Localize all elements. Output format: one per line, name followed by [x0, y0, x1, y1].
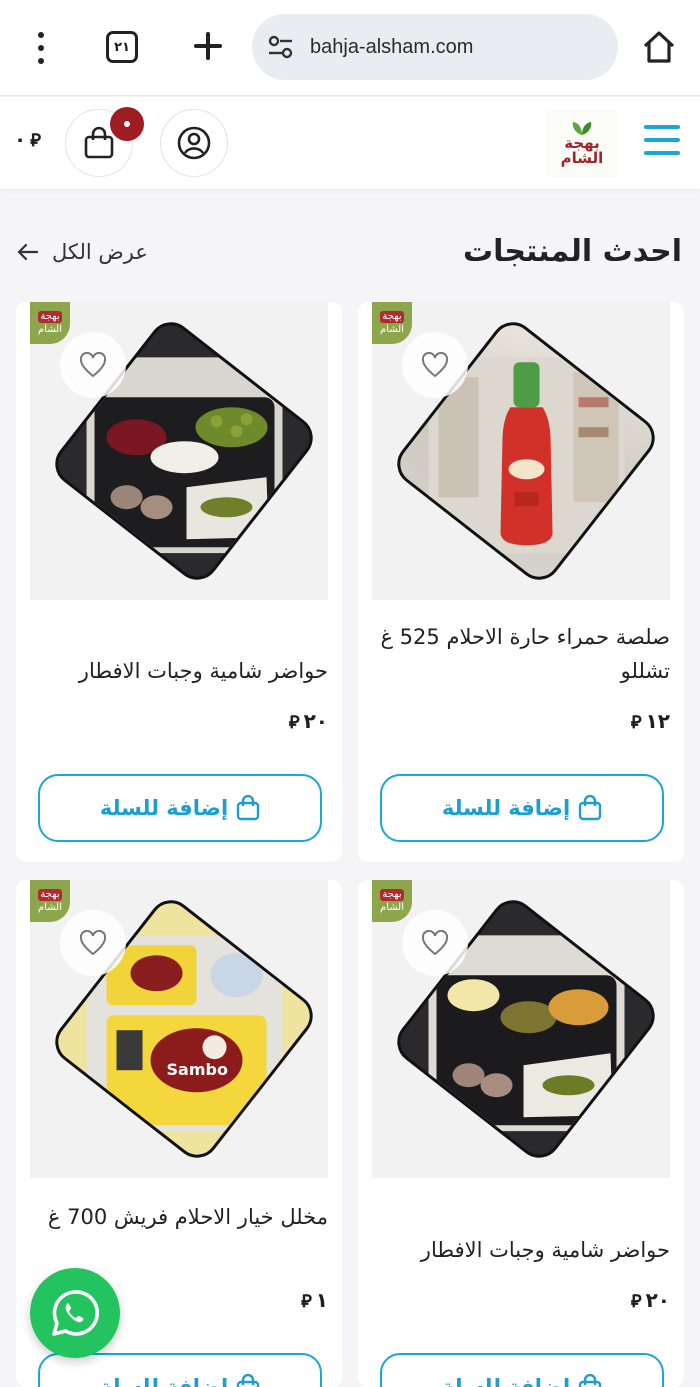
svg-text:Sambo: Sambo	[167, 1060, 228, 1079]
arrow-left-icon	[17, 243, 39, 261]
wishlist-button[interactable]	[402, 910, 468, 976]
user-icon	[177, 126, 211, 160]
add-to-cart-button[interactable]: إضافة للسلة	[380, 774, 664, 842]
brand-badge-line1: بهجة	[38, 888, 62, 901]
product-name[interactable]: حواضر شامية وجبات الافطار	[380, 1233, 670, 1267]
product-price: ١٢ ⃁	[631, 709, 670, 733]
cart-total: ⃁ ٠	[14, 127, 41, 151]
price-value: ٢٠	[303, 709, 328, 733]
tab-count: ٢١	[114, 39, 130, 55]
product-name[interactable]: صلصة حمراء حارة الاحلام 525 غ تشللو	[380, 620, 670, 688]
add-to-cart-label: إضافة للسلة	[441, 1375, 571, 1387]
brand-badge: بهجة الشام	[372, 302, 412, 344]
price-value: ٢٠	[645, 1288, 670, 1312]
product-price: ١ ⃁	[301, 1288, 328, 1312]
product-card[interactable]: بهجة الشام حواضر شامية وجبات الافطار ٢٠ …	[16, 302, 342, 862]
site-logo[interactable]: بهجة الشام	[547, 109, 617, 177]
heart-icon	[421, 930, 449, 956]
brand-badge-line1: بهجة	[380, 310, 404, 323]
heart-icon	[421, 352, 449, 378]
section-title: احدث المنتجات	[462, 234, 682, 269]
whatsapp-icon	[52, 1290, 100, 1336]
cart-total-value: ٠	[14, 127, 27, 151]
address-bar[interactable]: bahja-alsham.com	[252, 14, 618, 80]
add-to-cart-button[interactable]: إضافة للسلة	[380, 1353, 664, 1387]
logo-text-line2: الشام	[560, 149, 604, 167]
home-icon[interactable]	[640, 28, 678, 66]
product-card[interactable]: بهجة الشام حواضر شامية وجبات الافطار ٢٠ …	[358, 880, 684, 1387]
wishlist-button[interactable]	[60, 910, 126, 976]
cart-count-badge	[110, 107, 144, 141]
currency-symbol: ⃁	[288, 711, 300, 733]
price-value: ١	[315, 1288, 328, 1312]
brand-badge: بهجة الشام	[372, 880, 412, 922]
brand-badge-line2: الشام	[38, 901, 62, 913]
heart-icon	[79, 930, 107, 956]
currency-symbol: ⃁	[30, 129, 41, 151]
url-text: bahja-alsham.com	[310, 35, 474, 58]
brand-badge: بهجة الشام	[30, 880, 70, 922]
currency-symbol: ⃁	[630, 1290, 642, 1312]
site-header: ⃁ ٠ بهجة الشام	[0, 97, 700, 189]
tab-switcher-button[interactable]: ٢١	[106, 31, 138, 63]
product-image[interactable]: بهجة الشام	[372, 302, 670, 600]
brand-badge-line2: الشام	[380, 901, 404, 913]
brand-badge-line2: الشام	[380, 323, 404, 335]
shopping-bag-icon	[236, 1374, 260, 1387]
browser-toolbar: ٢١ bahja-alsham.com	[0, 0, 700, 96]
add-to-cart-label: إضافة للسلة	[99, 1375, 229, 1387]
add-to-cart-label: إضافة للسلة	[441, 796, 571, 820]
add-to-cart-button[interactable]: إضافة للسلة	[38, 1353, 322, 1387]
shopping-bag-icon	[578, 795, 602, 821]
view-all-label: عرض الكل	[52, 240, 148, 264]
view-all-link[interactable]: عرض الكل	[16, 240, 148, 264]
add-to-cart-label: إضافة للسلة	[99, 796, 229, 820]
product-image[interactable]: Sambo بهجة الشام	[30, 880, 328, 1178]
browser-menu-icon[interactable]	[28, 30, 54, 66]
account-button[interactable]	[160, 109, 228, 177]
product-price: ٢٠ ⃁	[289, 709, 328, 733]
brand-badge-line1: بهجة	[38, 310, 62, 323]
shopping-bag-icon	[84, 126, 114, 159]
product-image[interactable]: بهجة الشام	[30, 302, 328, 600]
product-name[interactable]: مخلل خيار الاحلام فريش 700 غ	[38, 1200, 328, 1234]
product-price: ٢٠ ⃁	[631, 1288, 670, 1312]
heart-icon	[79, 352, 107, 378]
wishlist-button[interactable]	[60, 332, 126, 398]
price-value: ١٢	[645, 709, 670, 733]
site-settings-icon[interactable]	[266, 32, 296, 62]
currency-symbol: ⃁	[301, 1290, 312, 1312]
new-tab-icon[interactable]	[188, 26, 228, 66]
brand-badge-line1: بهجة	[380, 888, 404, 901]
product-name[interactable]: حواضر شامية وجبات الافطار	[38, 654, 328, 688]
brand-badge-line2: الشام	[38, 323, 62, 335]
product-image[interactable]: بهجة الشام	[372, 880, 670, 1178]
add-to-cart-button[interactable]: إضافة للسلة	[38, 774, 322, 842]
shopping-bag-icon	[236, 795, 260, 821]
wishlist-button[interactable]	[402, 332, 468, 398]
product-card[interactable]: بهجة الشام صلصة حمراء حارة الاحلام 525 غ…	[358, 302, 684, 862]
hamburger-menu-icon[interactable]	[644, 125, 680, 155]
whatsapp-chat-button[interactable]	[30, 1268, 120, 1358]
currency-symbol: ⃁	[630, 711, 642, 733]
shopping-bag-icon	[578, 1374, 602, 1387]
brand-badge: بهجة الشام	[30, 302, 70, 344]
